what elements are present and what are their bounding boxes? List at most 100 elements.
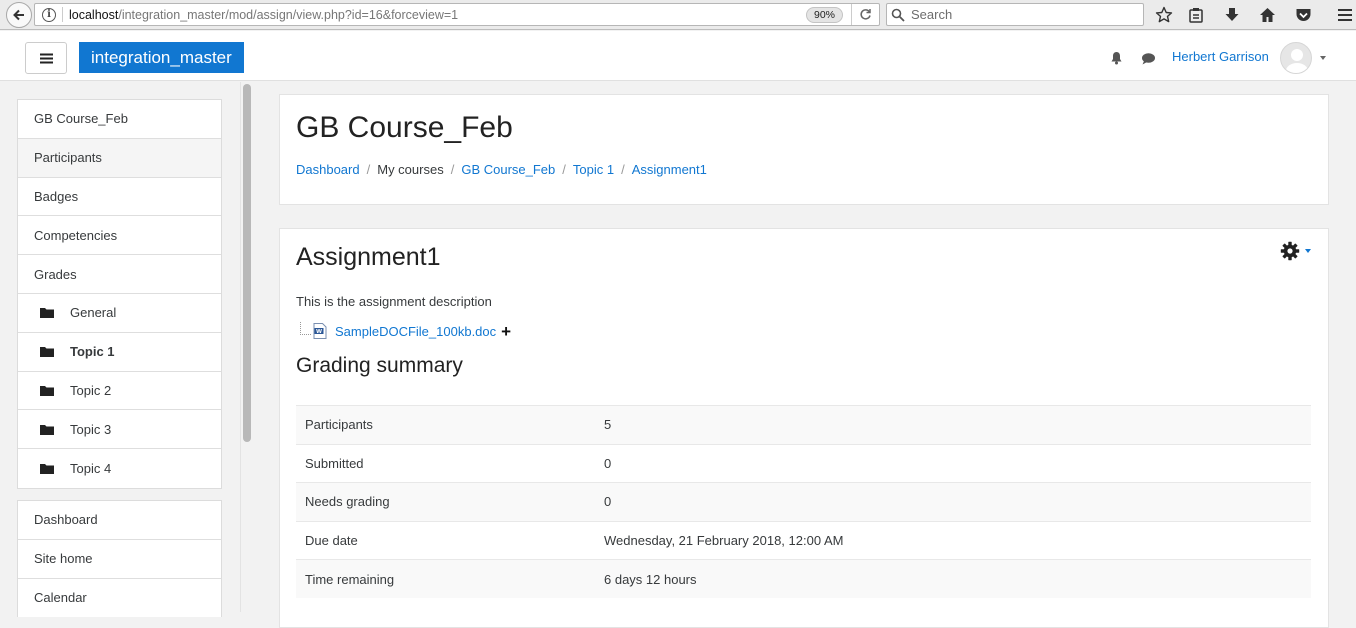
summary-label: Participants bbox=[296, 405, 595, 445]
home-button[interactable] bbox=[1258, 6, 1276, 24]
course-nav-block: GB Course_Feb Participants Badges Compet… bbox=[17, 99, 222, 489]
table-row: Submitted 0 bbox=[296, 443, 1311, 483]
grading-summary-table: Participants 5 Submitted 0 Needs grading… bbox=[296, 405, 1311, 599]
breadcrumb-separator: / bbox=[562, 162, 566, 177]
downloads-button[interactable] bbox=[1223, 6, 1241, 24]
pocket-button[interactable] bbox=[1294, 6, 1312, 24]
nav-item-section-topic-3[interactable]: Topic 3 bbox=[18, 410, 221, 450]
hamburger-icon bbox=[39, 53, 53, 63]
reload-icon bbox=[860, 9, 871, 20]
nav-item-competencies[interactable]: Competencies bbox=[18, 216, 221, 256]
url-path: /integration_master/mod/assign/view.php?… bbox=[118, 7, 459, 22]
back-button[interactable] bbox=[6, 2, 32, 28]
folder-icon bbox=[40, 464, 54, 475]
browser-search-input[interactable] bbox=[909, 6, 1143, 23]
summary-label: Submitted bbox=[296, 443, 595, 483]
nav-item-label: Topic 4 bbox=[70, 461, 112, 477]
summary-value: 0 bbox=[595, 482, 1311, 522]
url-text[interactable]: localhost/integration_master/mod/assign/… bbox=[69, 8, 806, 22]
reading-list-button[interactable] bbox=[1187, 6, 1205, 24]
breadcrumb-my-courses: My courses bbox=[377, 162, 444, 177]
pocket-icon bbox=[1296, 9, 1310, 21]
activity-settings-menu[interactable] bbox=[1280, 241, 1311, 261]
url-separator bbox=[62, 7, 63, 22]
nav-item-label: General bbox=[70, 305, 117, 321]
user-menu-caret-icon[interactable] bbox=[1320, 56, 1326, 60]
chat-bubble-icon bbox=[1141, 52, 1155, 64]
folder-icon bbox=[40, 347, 54, 358]
reload-button[interactable] bbox=[851, 4, 879, 25]
url-host: localhost bbox=[69, 7, 119, 22]
nav-item-section-topic-2[interactable]: Topic 2 bbox=[18, 372, 221, 411]
site-nav-block: Dashboard Site home Calendar bbox=[17, 500, 222, 618]
nav-item-label: Badges bbox=[34, 188, 79, 204]
folder-icon bbox=[40, 424, 54, 435]
user-avatar[interactable] bbox=[1280, 42, 1312, 74]
nav-item-section-general[interactable]: General bbox=[18, 294, 221, 333]
nav-item-label: GB Course_Feb bbox=[34, 111, 128, 127]
user-menu-name[interactable]: Herbert Garrison bbox=[1172, 49, 1269, 64]
svg-text:W: W bbox=[316, 329, 322, 335]
nav-item-label: Topic 1 bbox=[70, 344, 115, 360]
info-icon[interactable]: i bbox=[42, 7, 56, 22]
grading-summary-heading: Grading summary bbox=[296, 354, 463, 377]
hamburger-icon bbox=[1338, 9, 1352, 21]
site-navbar: integration_master Herbert Garrison bbox=[0, 31, 1356, 81]
nav-item-label: Participants bbox=[34, 150, 102, 166]
assignment-title: Assignment1 bbox=[296, 243, 441, 271]
breadcrumb-separator: / bbox=[366, 162, 371, 177]
default-user-icon bbox=[1285, 49, 1309, 73]
nav-item-label: Calendar bbox=[34, 590, 87, 606]
assignment-region: Assignment1 This is the assignment descr… bbox=[279, 228, 1329, 628]
search-icon bbox=[891, 8, 905, 22]
attachment-link[interactable]: SampleDOCFile_100kb.doc bbox=[335, 324, 496, 339]
drawer-toggle-button[interactable] bbox=[25, 42, 67, 74]
summary-value: Wednesday, 21 February 2018, 12:00 AM bbox=[595, 520, 1311, 560]
summary-value: 6 days 12 hours bbox=[595, 559, 1311, 599]
drawer-scrollbar[interactable] bbox=[240, 82, 253, 612]
star-icon bbox=[1155, 6, 1173, 23]
address-bar[interactable]: i localhost/integration_master/mod/assig… bbox=[34, 3, 880, 26]
browser-search-box[interactable] bbox=[886, 3, 1144, 26]
bell-icon bbox=[1111, 52, 1121, 65]
nav-item-section-topic-1[interactable]: Topic 1 bbox=[18, 333, 221, 372]
zoom-level-badge[interactable]: 90% bbox=[805, 6, 843, 23]
clipboard-icon bbox=[1189, 8, 1203, 23]
breadcrumb-separator: / bbox=[450, 162, 455, 177]
nav-item-dashboard[interactable]: Dashboard bbox=[18, 501, 221, 540]
nav-item-site-home[interactable]: Site home bbox=[18, 540, 221, 579]
nav-item-participants[interactable]: Participants bbox=[18, 138, 221, 178]
table-row: Participants 5 bbox=[296, 405, 1311, 445]
table-row: Time remaining 6 days 12 hours bbox=[296, 559, 1311, 599]
bookmark-star-button[interactable] bbox=[1155, 6, 1173, 24]
messages-button[interactable] bbox=[1140, 50, 1156, 66]
summary-value: 0 bbox=[595, 443, 1311, 483]
browser-menu-button[interactable] bbox=[1336, 6, 1354, 24]
nav-item-badges[interactable]: Badges bbox=[18, 178, 221, 217]
expand-plus-icon[interactable]: + bbox=[501, 323, 511, 340]
nav-item-label: Topic 2 bbox=[70, 382, 112, 398]
nav-item-grades[interactable]: Grades bbox=[18, 255, 221, 294]
drawer-scroll-thumb[interactable] bbox=[243, 84, 251, 442]
back-arrow-icon bbox=[13, 9, 24, 21]
breadcrumb-separator: / bbox=[621, 162, 625, 177]
breadcrumb-course[interactable]: GB Course_Feb bbox=[461, 162, 555, 177]
nav-item-course-home[interactable]: GB Course_Feb bbox=[18, 100, 221, 139]
summary-label: Time remaining bbox=[296, 559, 595, 599]
nav-drawer: GB Course_Feb Participants Badges Compet… bbox=[0, 82, 240, 618]
table-row: Needs grading 0 bbox=[296, 482, 1311, 522]
breadcrumb-dashboard[interactable]: Dashboard bbox=[296, 162, 360, 177]
page-header: GB Course_Feb Dashboard / My courses / G… bbox=[279, 94, 1329, 205]
breadcrumb-assignment[interactable]: Assignment1 bbox=[632, 162, 707, 177]
download-arrow-icon bbox=[1225, 8, 1239, 21]
site-brand-link[interactable]: integration_master bbox=[79, 42, 244, 73]
breadcrumb-topic[interactable]: Topic 1 bbox=[573, 162, 614, 177]
table-row: Due date Wednesday, 21 February 2018, 12… bbox=[296, 520, 1311, 560]
notifications-button[interactable] bbox=[1108, 50, 1124, 66]
breadcrumb: Dashboard / My courses / GB Course_Feb /… bbox=[296, 162, 707, 177]
nav-item-label: Competencies bbox=[34, 227, 118, 243]
chevron-down-icon bbox=[1305, 249, 1311, 253]
tree-connector bbox=[300, 321, 311, 335]
nav-item-section-topic-4[interactable]: Topic 4 bbox=[18, 449, 221, 488]
nav-item-label: Site home bbox=[34, 551, 93, 567]
